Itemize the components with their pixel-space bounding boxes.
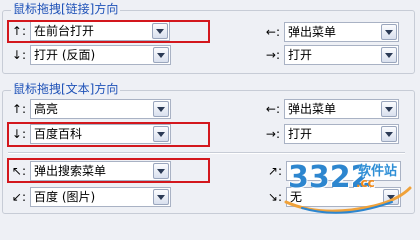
settings-panel: 鼠标拖拽[链接]方向 ↑: 在前台打开 ←: 弹出菜单 ↓: 打开 (反面) →… [0,0,420,218]
arrow-left-icon: ←: [265,25,280,39]
text-up-value: 高亮 [34,102,59,116]
link-right-value: 打开 [288,48,313,62]
text-left-row: ←: 弹出菜单 [260,99,399,119]
link-group-title: 鼠标拖拽[链接]方向 [11,2,121,16]
text-down-left-select[interactable]: 百度 (图片) [30,187,171,207]
link-right-row: →: 打开 [260,45,399,65]
text-up-select[interactable]: 高亮 [30,99,171,119]
highlight-box [7,122,210,147]
text-up-row: ↑: 高亮 [6,99,171,119]
chevron-down-icon[interactable] [383,189,399,205]
divider [8,152,405,154]
text-left-select[interactable]: 弹出菜单 [284,99,399,119]
chevron-down-icon[interactable] [381,24,397,40]
arrow-left-icon: ←: [265,102,280,116]
link-right-select[interactable]: 打开 [284,45,399,65]
link-left-value: 弹出菜单 [288,25,337,39]
text-up-right-row: ↗: [259,161,401,181]
chevron-down-icon[interactable] [381,126,397,142]
text-down-right-select[interactable]: 无 [286,187,401,207]
link-left-select[interactable]: 弹出菜单 [284,22,399,42]
highlight-box [7,158,210,183]
text-left-value: 弹出菜单 [288,102,337,116]
chevron-down-icon[interactable] [153,101,169,117]
arrow-down-right-icon: ↘: [267,190,282,204]
text-down-left-row: ↙: 百度 (图片) [3,187,171,207]
text-group-title: 鼠标拖拽[文本]方向 [11,82,121,96]
link-down-row: ↓: 打开 (反面) [6,45,171,65]
arrow-right-icon: →: [265,48,280,62]
link-left-row: ←: 弹出菜单 [260,22,399,42]
chevron-down-icon[interactable] [153,47,169,63]
text-down-right-value: 无 [290,190,303,204]
chevron-down-icon[interactable] [381,47,397,63]
arrow-down-left-icon: ↙: [11,190,26,204]
text-down-left-value: 百度 (图片) [34,190,96,204]
chevron-down-icon[interactable] [153,189,169,205]
text-down-right-row: ↘: 无 [259,187,401,207]
arrow-down-icon: ↓: [11,48,26,62]
text-right-select[interactable]: 打开 [284,124,399,144]
text-right-value: 打开 [288,127,313,141]
arrow-up-icon: ↑: [11,102,26,116]
link-down-select[interactable]: 打开 (反面) [30,45,171,65]
text-up-right-select[interactable] [286,161,401,181]
chevron-down-icon[interactable] [381,101,397,117]
text-right-row: →: 打开 [260,124,399,144]
link-down-value: 打开 (反面) [34,48,96,62]
arrow-up-right-icon: ↗: [267,164,282,178]
arrow-right-icon: →: [265,127,280,141]
highlight-box [7,20,210,43]
